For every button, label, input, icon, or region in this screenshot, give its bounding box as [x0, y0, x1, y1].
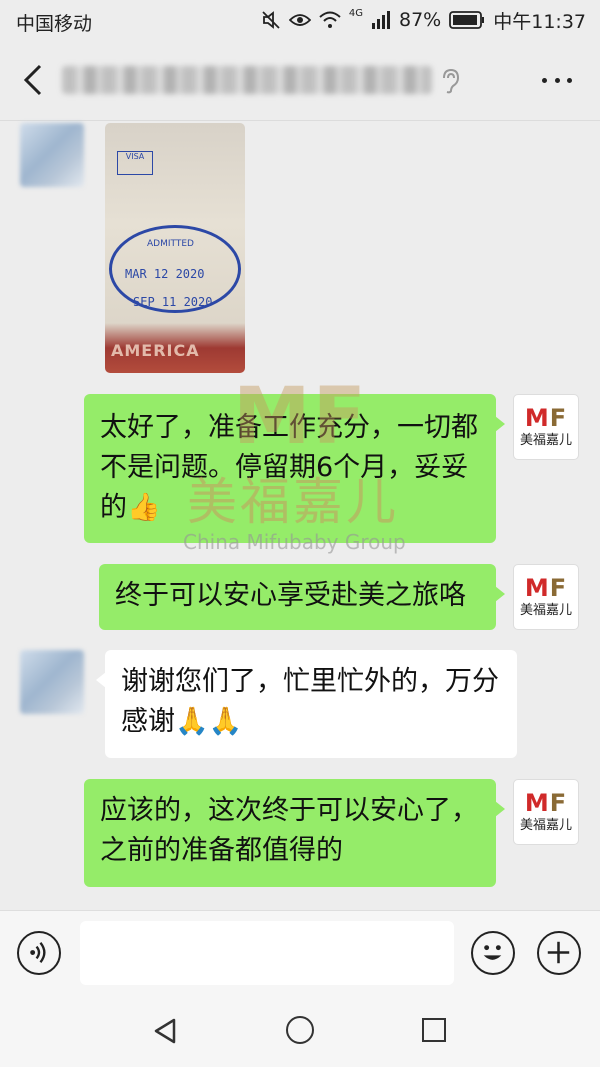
- mf-logo: MF: [524, 789, 568, 817]
- emoji-icon: [483, 945, 502, 960]
- clock: 中午11:37: [493, 10, 586, 33]
- message-bubble-received[interactable]: 谢谢您们了，忙里忙外的，万分感谢🙏🙏: [96, 650, 517, 758]
- mf-brand: 美福嘉儿: [519, 603, 572, 618]
- network-type: 4G: [348, 7, 363, 19]
- more-icon: [542, 77, 547, 83]
- chat-title: [62, 66, 432, 94]
- message-bubble-sent[interactable]: 终于可以安心享受赴美之旅咯: [99, 564, 505, 630]
- plus-button[interactable]: [537, 931, 581, 975]
- circle-home-icon[interactable]: [286, 1016, 314, 1044]
- message-text: 谢谢您们了，忙里忙外的，万分感谢🙏🙏: [121, 666, 499, 737]
- message-bubble-sent[interactable]: 应该的，这次终于可以安心了，之前的准备都值得的: [84, 779, 505, 887]
- wifi-icon: [319, 11, 341, 28]
- triangle-back-icon[interactable]: [150, 1016, 180, 1046]
- passport-banner: AMERICA: [111, 341, 200, 360]
- system-nav-bar: [0, 996, 600, 1067]
- carrier-label: 中国移动: [16, 13, 93, 35]
- signal-icon: [372, 11, 390, 29]
- battery-icon: [449, 11, 485, 29]
- more-button[interactable]: [542, 74, 572, 86]
- status-icons: 4G 87% 中午11:37: [261, 7, 586, 33]
- square-recent-icon[interactable]: [422, 1018, 446, 1042]
- image-message[interactable]: VISA ADMITTED MAR 12 2020 SEP 11 2020 AM…: [105, 123, 245, 373]
- ear-icon: [443, 68, 460, 94]
- voice-button[interactable]: [17, 931, 61, 975]
- visa-tag: VISA: [117, 151, 153, 175]
- contact-avatar[interactable]: [20, 650, 84, 714]
- my-avatar[interactable]: MF 美福嘉儿: [513, 394, 579, 460]
- input-bar: [0, 910, 600, 997]
- my-avatar[interactable]: MF 美福嘉儿: [513, 564, 579, 630]
- eye-icon: [288, 14, 311, 26]
- mf-brand: 美福嘉儿: [519, 433, 572, 448]
- my-avatar[interactable]: MF 美福嘉儿: [513, 779, 579, 845]
- message-text: 应该的，这次终于可以安心了，之前的准备都值得的: [100, 795, 478, 866]
- mf-brand: 美福嘉儿: [519, 818, 572, 833]
- back-button[interactable]: [18, 62, 48, 98]
- stamp-date-1: MAR 12 2020: [125, 267, 205, 281]
- emoji-button[interactable]: [471, 931, 515, 975]
- mf-logo: MF: [524, 404, 568, 432]
- status-bar: 中国移动 4G 87% 中午11:37: [0, 0, 600, 40]
- mf-logo: MF: [524, 574, 568, 602]
- message-input[interactable]: [80, 921, 454, 985]
- stamp-admitted: ADMITTED: [147, 239, 194, 249]
- message-text: 太好了，准备工作充分，一切都不是问题。停留期6个月，妥妥的👍: [100, 412, 478, 523]
- battery-percent: 87%: [399, 9, 442, 31]
- stamp-date-2: SEP 11 2020: [133, 295, 213, 309]
- chat-header: [0, 40, 600, 121]
- message-bubble-sent[interactable]: 太好了，准备工作充分，一切都不是问题。停留期6个月，妥妥的👍: [84, 394, 505, 543]
- contact-avatar[interactable]: [20, 123, 84, 187]
- message-text: 终于可以安心享受赴美之旅咯: [115, 580, 466, 611]
- voice-icon: [30, 942, 46, 963]
- plus-icon: [547, 941, 570, 964]
- mute-icon: [262, 11, 280, 29]
